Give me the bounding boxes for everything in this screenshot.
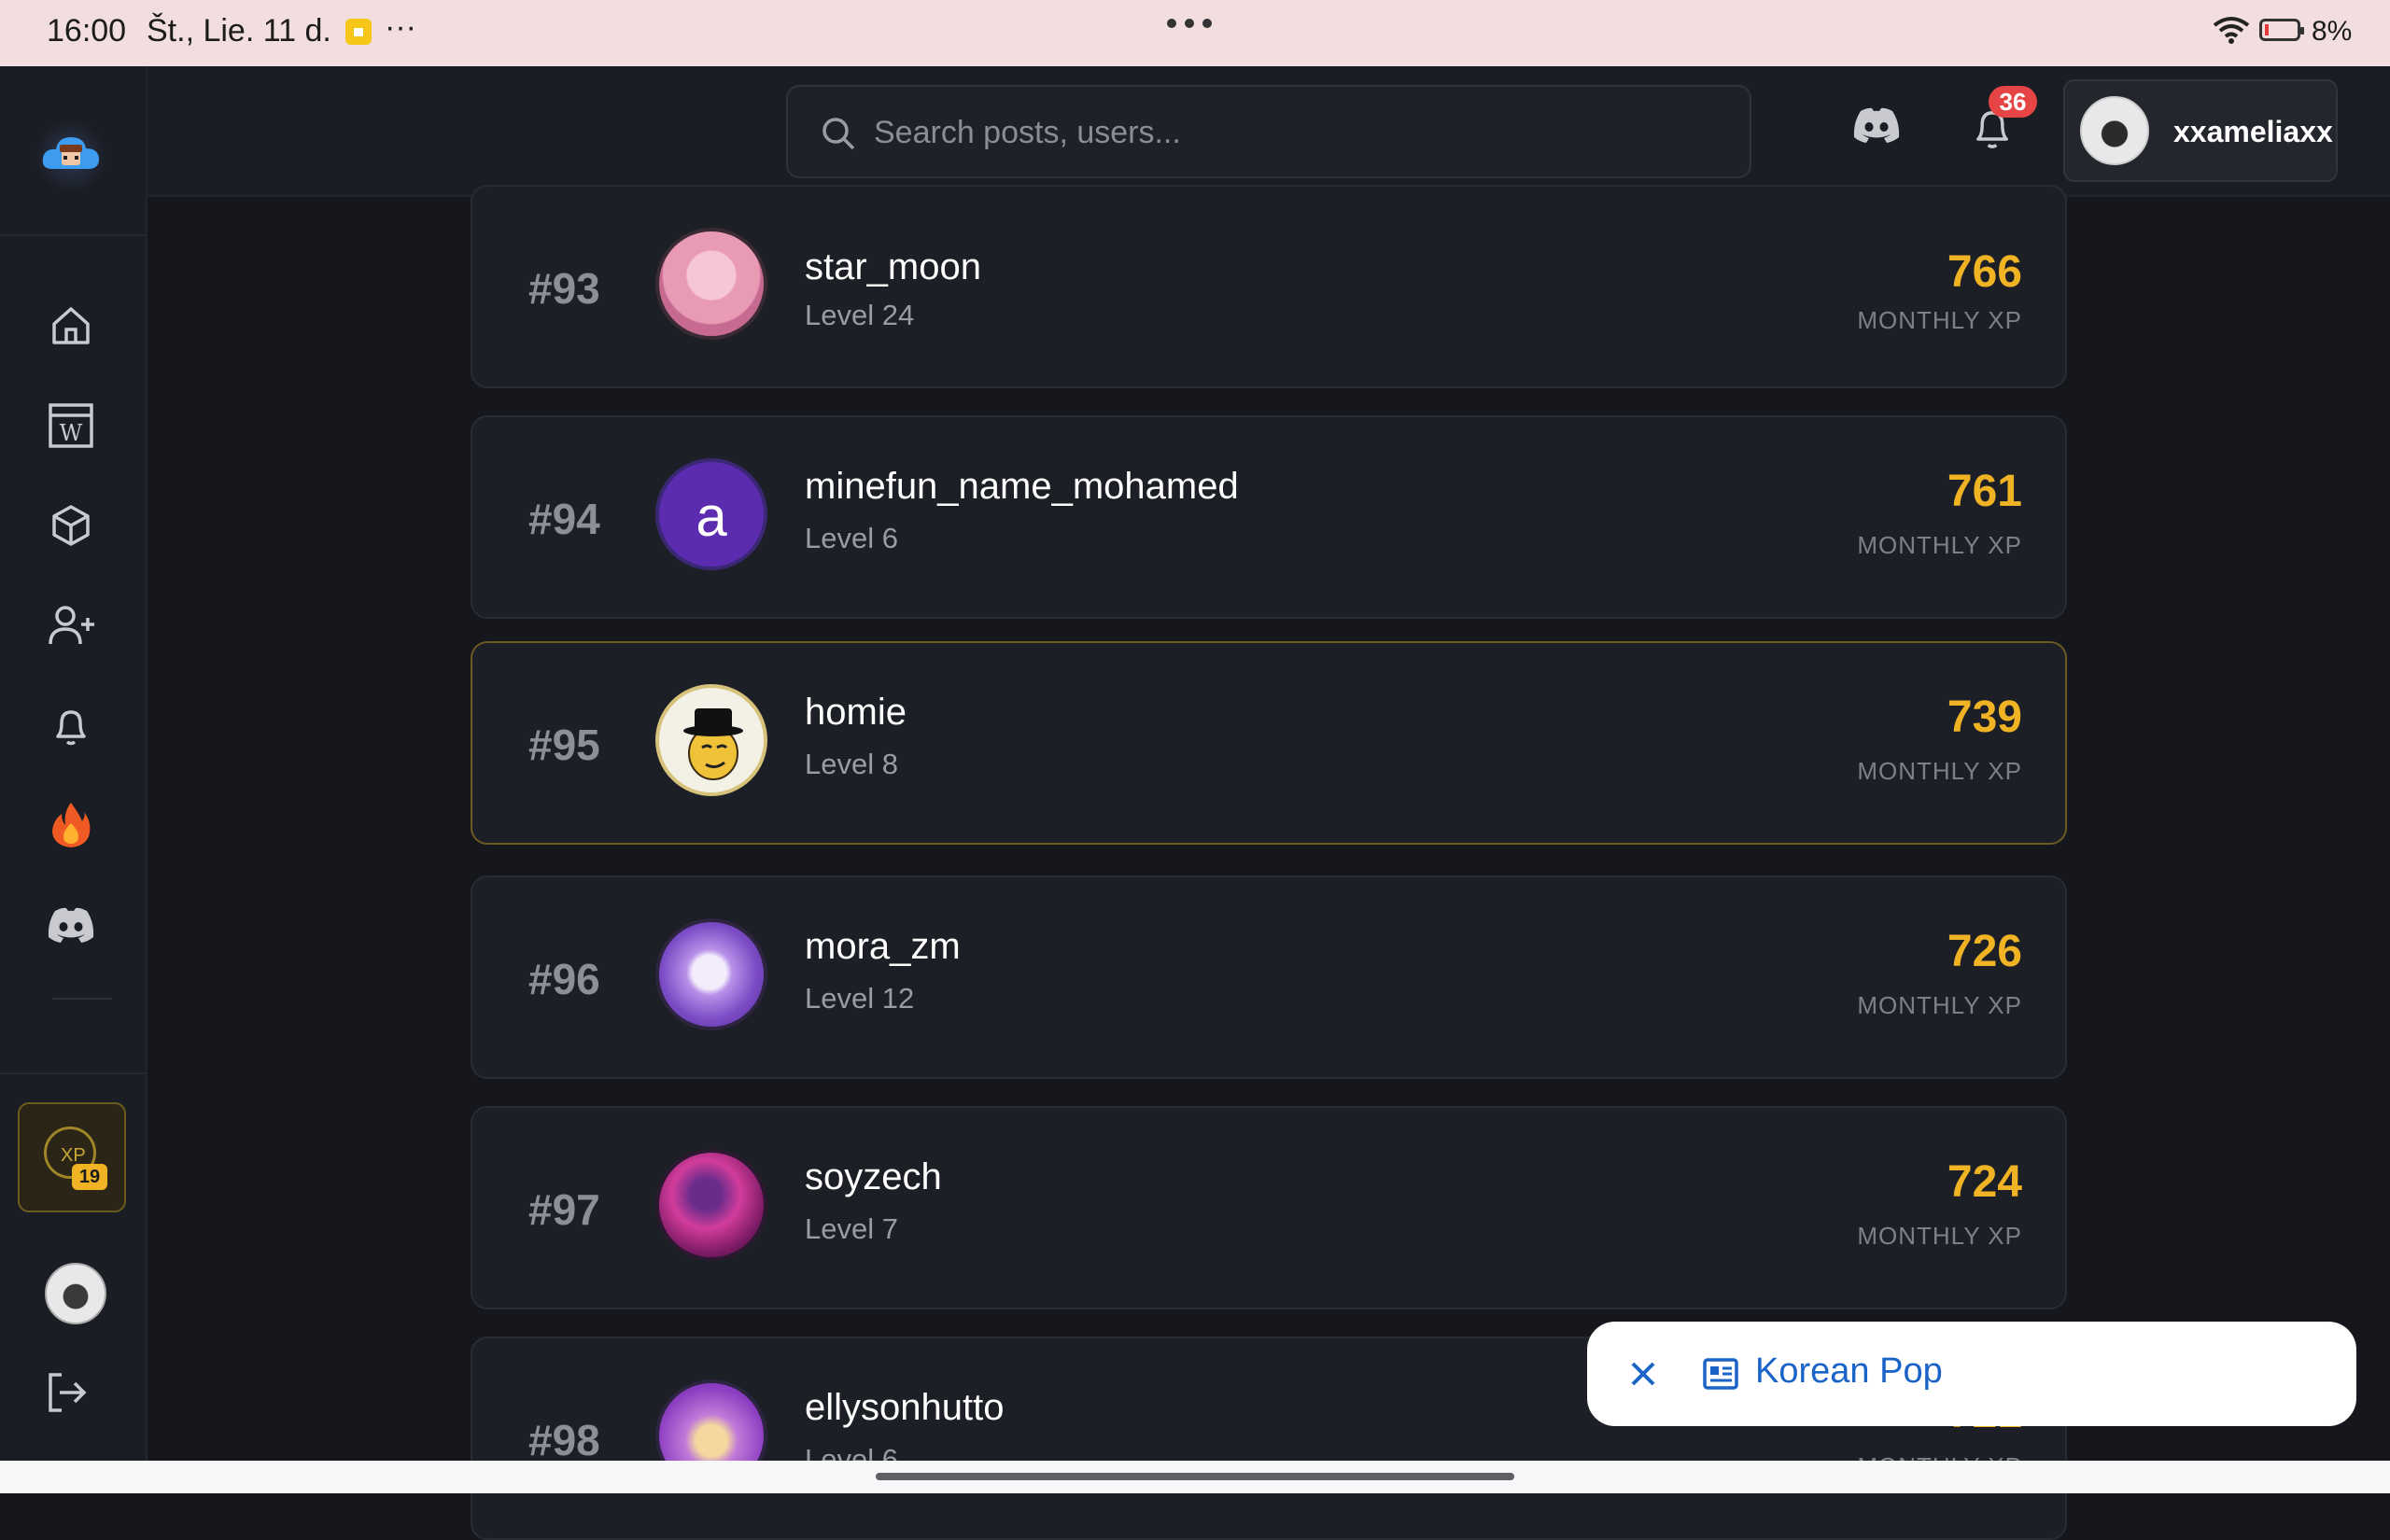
- cube-icon: [52, 505, 90, 546]
- avatar: [655, 228, 767, 340]
- leaderboard-row[interactable]: #97 soyzech Level 7 724 MONTHLY XP: [471, 1106, 2067, 1309]
- avatar: [655, 684, 767, 796]
- bell-icon: [56, 710, 86, 746]
- sidebar-item-trending[interactable]: [43, 797, 99, 853]
- sidebar-item-home[interactable]: [43, 298, 99, 354]
- username: star_moon: [805, 246, 981, 287]
- rank-number: #96: [528, 955, 600, 1003]
- toast-label[interactable]: Korean Pop: [1755, 1351, 1943, 1392]
- notification-count-badge: 36: [1989, 86, 2037, 118]
- rank-number: #94: [528, 495, 600, 543]
- monthly-xp-label: MONTHLY XP: [1857, 991, 2022, 1019]
- monthly-xp-label: MONTHLY XP: [1857, 531, 2022, 559]
- battery-percent: 8%: [2312, 16, 2353, 47]
- leaderboard-row[interactable]: #94 a minefun_name_mohamed Level 6 761 M…: [471, 415, 2067, 619]
- notification-app-icon: [345, 19, 372, 45]
- top-header: 36 xxameliaxx: [148, 66, 2390, 197]
- search-input[interactable]: [872, 87, 1716, 178]
- status-more-indicator: ···: [385, 9, 416, 45]
- user-level: Level 6: [805, 522, 898, 554]
- toast-close-button[interactable]: [1617, 1348, 1669, 1400]
- battery-icon: [2259, 19, 2304, 41]
- leaderboard-row[interactable]: #93 star_moon Level 24 766 MONTHLY XP: [471, 185, 2067, 388]
- monthly-xp-value: 739: [1947, 693, 2022, 742]
- svg-text:W: W: [60, 420, 83, 446]
- close-icon: [1631, 1362, 1655, 1386]
- status-date: Št., Lie. 11 d.: [147, 13, 331, 49]
- sidebar-item-notifications[interactable]: [43, 697, 99, 753]
- leaderboard-row[interactable]: #96 mora_zm Level 12 726 MONTHLY XP: [471, 875, 2067, 1079]
- article-icon: [1703, 1358, 1738, 1390]
- monthly-xp-label: MONTHLY XP: [1857, 757, 2022, 785]
- rank-number: #97: [528, 1185, 600, 1234]
- monthly-xp-value: 761: [1947, 467, 2022, 516]
- username: ellysonhutto: [805, 1387, 1005, 1428]
- user-level: Level 24: [805, 299, 915, 331]
- search-icon: [822, 118, 855, 150]
- username: minefun_name_mohamed: [805, 466, 1239, 507]
- home-gesture-handle[interactable]: [876, 1473, 1514, 1480]
- leaderboard-row-current-user[interactable]: #95 homie Level 8 739 MONTHLY XP: [471, 641, 2067, 845]
- avatar: [655, 918, 767, 1030]
- rank-number: #95: [528, 721, 600, 769]
- monthly-xp-value: 724: [1947, 1157, 2022, 1207]
- logout-icon[interactable]: [43, 1369, 90, 1416]
- app-logo-icon[interactable]: [35, 120, 106, 191]
- add-user-icon: [49, 606, 94, 645]
- media-toast[interactable]: Korean Pop: [1587, 1322, 2356, 1426]
- sidebar-item-items[interactable]: [43, 497, 99, 553]
- sidebar: W XP 19: [0, 66, 148, 1461]
- sidebar-profile-avatar[interactable]: [45, 1263, 106, 1324]
- monthly-xp-value: 726: [1947, 927, 2022, 976]
- monthly-xp-value: 766: [1947, 247, 2022, 297]
- username: mora_zm: [805, 926, 961, 967]
- fire-icon: [52, 803, 91, 847]
- xp-level-badge: 19: [72, 1164, 107, 1190]
- monthly-xp-label: MONTHLY XP: [1857, 1222, 2022, 1250]
- wifi-icon: [2213, 17, 2250, 44]
- home-icon: [52, 307, 90, 344]
- discord-icon[interactable]: [1851, 105, 1902, 145]
- username: homie: [805, 692, 907, 733]
- username: xxameliaxx: [2173, 115, 2333, 148]
- sidebar-item-add-friend[interactable]: [43, 597, 99, 653]
- sidebar-divider: [0, 1072, 146, 1074]
- avatar: [655, 1149, 767, 1261]
- avatar: a: [655, 458, 767, 570]
- user-level: Level 12: [805, 982, 915, 1015]
- discord-icon: [48, 907, 94, 943]
- sidebar-divider: [0, 234, 146, 236]
- rank-number: #98: [528, 1416, 600, 1464]
- username: soyzech: [805, 1156, 942, 1197]
- sidebar-item-discord[interactable]: [43, 897, 99, 953]
- avatar: [2080, 96, 2149, 165]
- status-time: 16:00: [47, 13, 127, 49]
- user-level: Level 7: [805, 1212, 898, 1245]
- user-profile-button[interactable]: xxameliaxx: [2063, 79, 2338, 182]
- rank-number: #93: [528, 264, 600, 313]
- window-options-dots-icon[interactable]: [1167, 19, 1212, 28]
- sidebar-divider: [52, 998, 112, 1000]
- system-status-bar: 16:00 Št., Lie. 11 d. ··· 8%: [0, 0, 2390, 66]
- xp-level-widget[interactable]: XP 19: [18, 1102, 126, 1212]
- sidebar-item-wiki[interactable]: W: [43, 398, 99, 454]
- monthly-xp-label: MONTHLY XP: [1857, 306, 2022, 334]
- wiki-icon: W: [49, 403, 93, 448]
- search-bar[interactable]: [786, 85, 1751, 178]
- user-level: Level 8: [805, 748, 898, 780]
